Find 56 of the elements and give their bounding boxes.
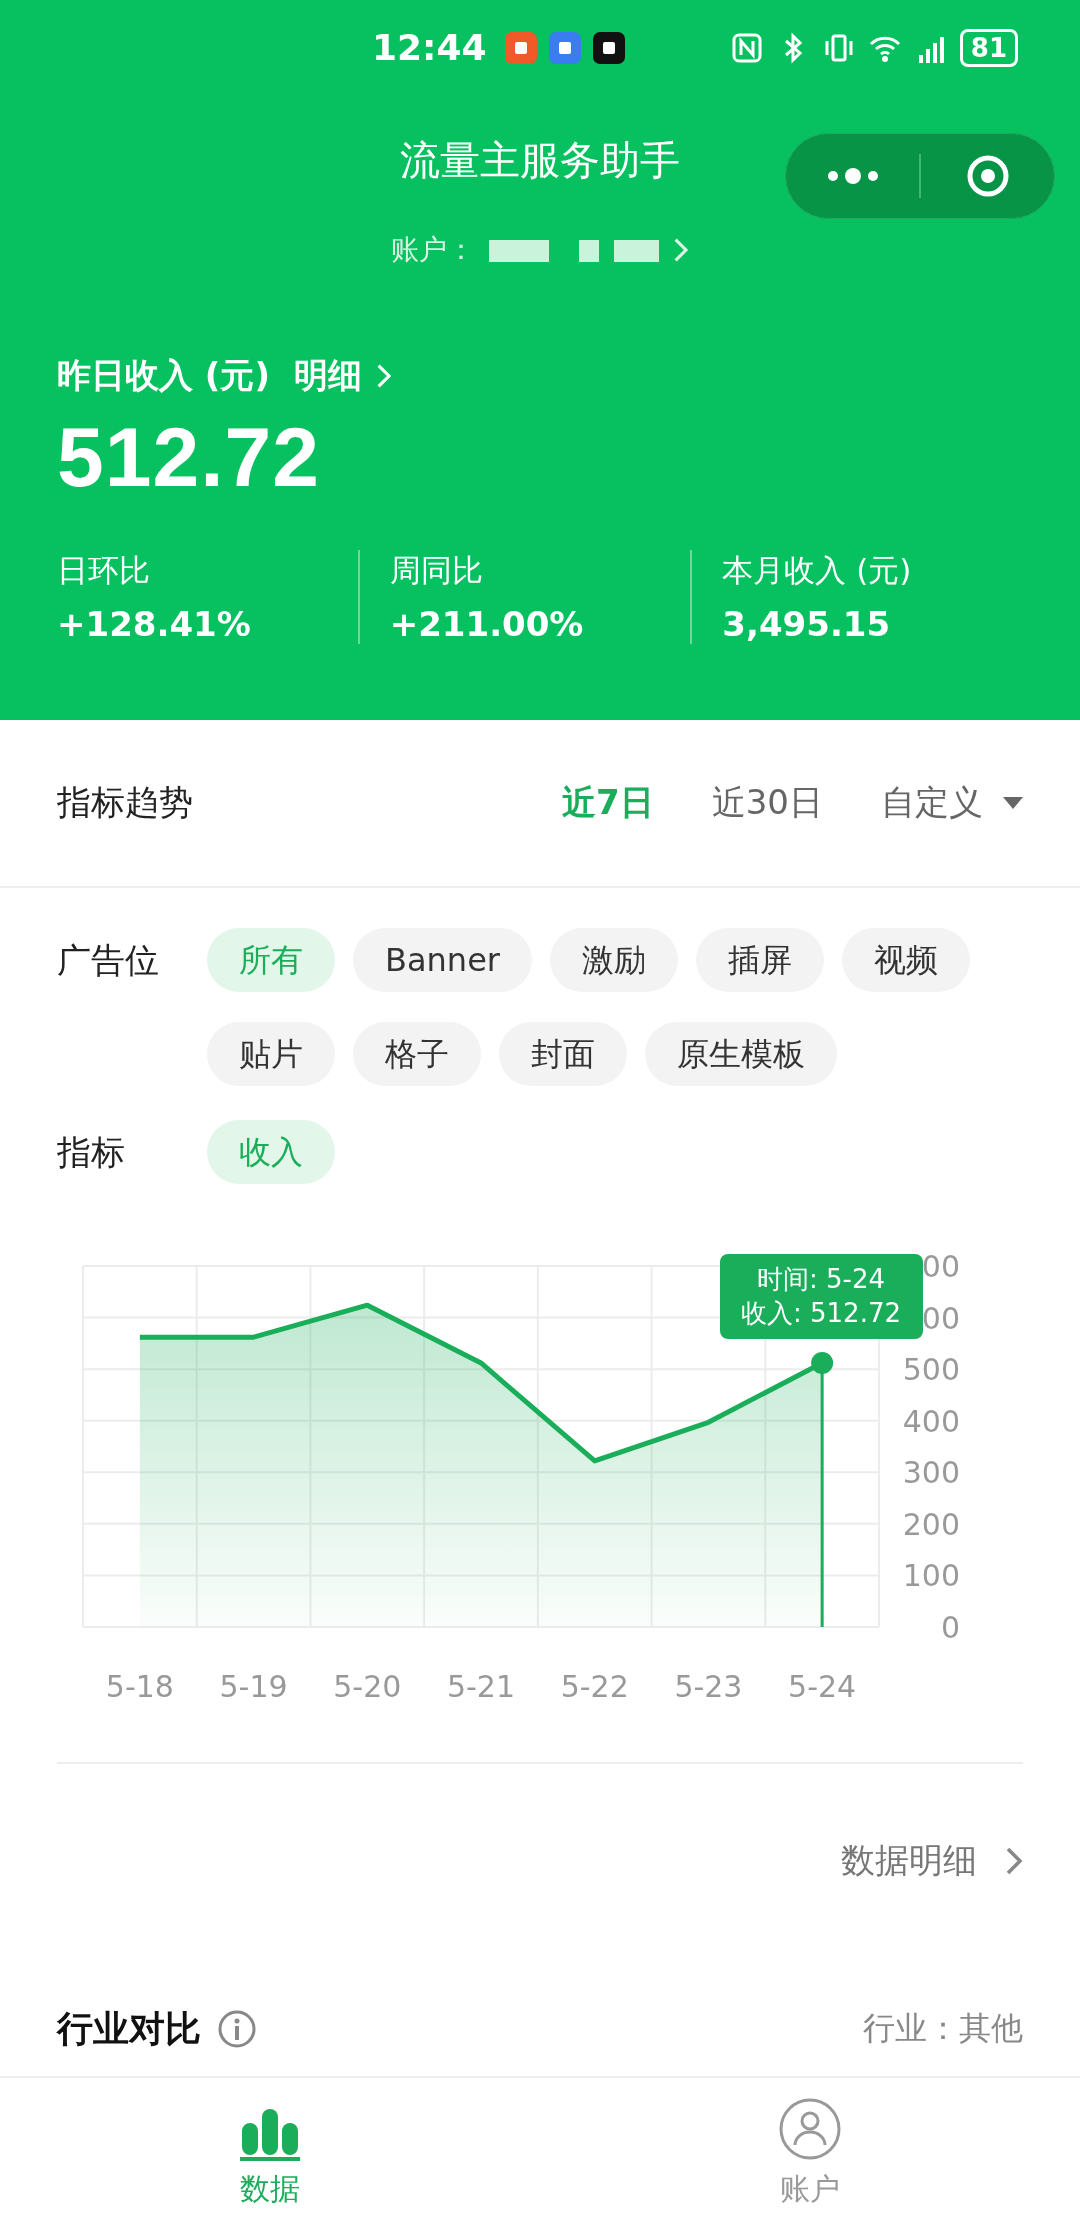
caret-icon bbox=[1003, 797, 1023, 809]
axis-label: 200 bbox=[902, 1506, 960, 1542]
range-tab[interactable]: 自定义 bbox=[881, 780, 1023, 826]
axis-label: 5-22 bbox=[560, 1669, 629, 1704]
data-point bbox=[811, 1351, 834, 1374]
filter-chip[interactable]: Banner bbox=[353, 928, 532, 992]
range-tab[interactable]: 近7日 bbox=[562, 780, 654, 826]
filter-chip[interactable]: 贴片 bbox=[207, 1022, 335, 1086]
data-detail-link[interactable]: 数据明细 bbox=[841, 1838, 1023, 1884]
battery-indicator: 81 bbox=[959, 28, 1018, 67]
axis-label: 5-24 bbox=[788, 1669, 857, 1704]
axis-label: 0 bbox=[940, 1610, 960, 1645]
axis-label: 00 bbox=[921, 1249, 960, 1284]
filter-chip[interactable]: 封面 bbox=[499, 1022, 627, 1086]
filter-chip[interactable]: 激励 bbox=[549, 928, 678, 992]
filter-chip[interactable]: 视频 bbox=[841, 928, 970, 992]
axis-label: 5-18 bbox=[105, 1669, 174, 1704]
app-notification-icon bbox=[592, 31, 625, 64]
stat-label: 日环比 bbox=[57, 551, 151, 590]
axis-label: 5-20 bbox=[333, 1669, 402, 1704]
axis-label: 5-19 bbox=[219, 1669, 288, 1704]
stat-value: +211.00% bbox=[389, 604, 585, 644]
app-notification-icon bbox=[548, 31, 581, 64]
filter-chip[interactable]: 插屏 bbox=[695, 928, 824, 992]
income-value: 512.72 bbox=[57, 409, 321, 506]
industry-value: 行业：其他 bbox=[863, 2008, 1023, 2049]
axis-label: 5-21 bbox=[446, 1669, 516, 1704]
app-notification-icon bbox=[504, 31, 537, 64]
status-time: 12:44 bbox=[372, 27, 487, 68]
stat-value: 3,495.15 bbox=[722, 604, 892, 644]
summary-title: 昨日收入 (元) bbox=[57, 354, 270, 397]
axis-label: 300 bbox=[902, 1455, 960, 1491]
info-icon[interactable] bbox=[217, 2009, 257, 2049]
stat-label: 周同比 bbox=[389, 551, 484, 590]
app-title: 流量主服务助手 bbox=[400, 135, 680, 185]
axis-label: 00 bbox=[921, 1300, 960, 1336]
axis-label: 500 bbox=[902, 1352, 960, 1388]
filter-label: 广告位 bbox=[57, 939, 160, 982]
filter-chip[interactable]: 格子 bbox=[353, 1022, 481, 1086]
axis-label: 400 bbox=[902, 1403, 960, 1439]
filter-label: 指标 bbox=[57, 1131, 126, 1174]
filter-chip[interactable]: 原生模板 bbox=[645, 1022, 837, 1086]
tooltip: 时间: 5-24 收入: 512.72 bbox=[720, 1254, 923, 1339]
section-title: 指标趋势 bbox=[57, 781, 194, 824]
range-tab[interactable]: 近30日 bbox=[711, 780, 823, 826]
stat-value: +128.41% bbox=[57, 604, 252, 644]
nav-tab[interactable]: 数据 bbox=[0, 2078, 540, 2228]
section-title: 行业对比 bbox=[57, 2006, 201, 2051]
person-icon bbox=[778, 2096, 842, 2161]
chevron-icon bbox=[1005, 1846, 1023, 1876]
chevron-icon bbox=[375, 363, 392, 389]
axis-label: 100 bbox=[902, 1558, 960, 1594]
stat-label: 本月收入 (元) bbox=[722, 551, 913, 590]
axis-label: 5-23 bbox=[674, 1669, 743, 1704]
account-label: 账户： bbox=[391, 232, 476, 268]
chevron-icon bbox=[673, 237, 689, 263]
